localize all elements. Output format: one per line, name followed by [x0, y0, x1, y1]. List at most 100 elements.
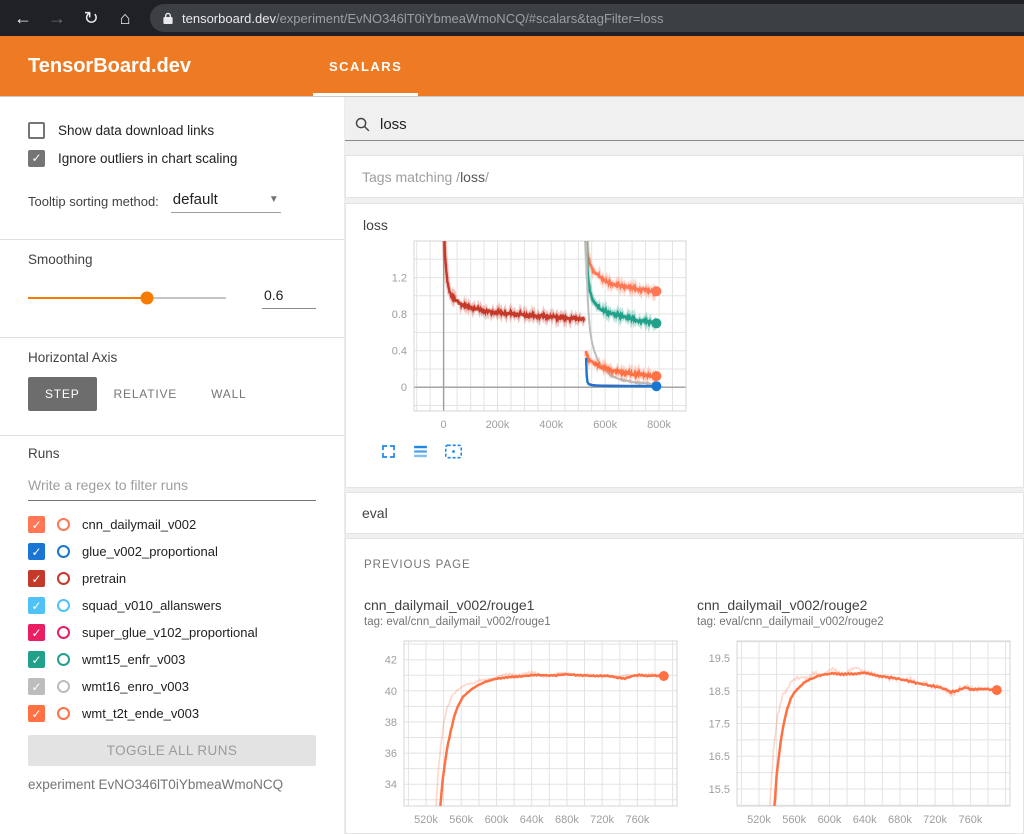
svg-text:400k: 400k: [539, 419, 563, 431]
show-download-links-checkbox-row[interactable]: ✓ Show data download links: [28, 119, 316, 141]
run-color-circle: [57, 707, 70, 720]
checkbox-checked-icon[interactable]: ✓: [28, 150, 45, 167]
svg-text:0: 0: [441, 419, 447, 431]
svg-text:760k: 760k: [625, 814, 649, 826]
chevron-down-icon: ▼: [269, 194, 279, 205]
axis-step-button[interactable]: STEP: [28, 377, 97, 411]
tags-matching-card: Tags matching /loss/: [345, 155, 1024, 198]
svg-text:640k: 640k: [520, 814, 544, 826]
run-name: pretrain: [82, 571, 126, 586]
run-name: glue_v002_proportional: [82, 544, 218, 559]
main-panel: Tags matching /loss/ loss 0200k400k600k8…: [345, 97, 1024, 834]
run-checkbox[interactable]: ✓: [28, 543, 45, 560]
tooltip-sorting-label: Tooltip sorting method:: [28, 194, 159, 213]
forward-icon[interactable]: →: [40, 4, 74, 32]
run-row[interactable]: ✓ wmt_t2t_ende_v003: [28, 700, 316, 727]
svg-text:15.5: 15.5: [709, 784, 730, 796]
runs-filter-input[interactable]: [28, 469, 316, 501]
run-row[interactable]: ✓ super_glue_v102_proportional: [28, 619, 316, 646]
svg-text:720k: 720k: [923, 814, 947, 826]
search-icon: [354, 116, 371, 133]
svg-text:680k: 680k: [555, 814, 579, 826]
loss-chart[interactable]: 0200k400k600k800k00.40.81.2: [352, 235, 692, 437]
run-checkbox[interactable]: ✓: [28, 624, 45, 641]
rouge2-chart-block: cnn_dailymail_v002/rouge2 tag: eval/cnn_…: [697, 597, 1022, 832]
run-name: squad_v010_allanswers: [82, 598, 221, 613]
tab-active-underline: [313, 93, 418, 96]
run-name: wmt_t2t_ende_v003: [82, 706, 199, 721]
svg-text:0.8: 0.8: [392, 309, 407, 321]
run-row[interactable]: ✓ glue_v002_proportional: [28, 538, 316, 565]
svg-text:18.5: 18.5: [709, 686, 730, 698]
run-row[interactable]: ✓ cnn_dailymail_v002: [28, 511, 316, 538]
eval-section-header[interactable]: eval: [345, 492, 1024, 534]
runs-label: Runs: [28, 446, 316, 461]
run-row[interactable]: ✓ squad_v010_allanswers: [28, 592, 316, 619]
run-row[interactable]: ✓ pretrain: [28, 565, 316, 592]
back-icon[interactable]: ←: [6, 4, 40, 32]
fit-domain-icon[interactable]: [444, 443, 463, 460]
address-bar[interactable]: tensorboard.dev/experiment/EvNO346lT0iYb…: [150, 4, 1024, 32]
run-color-circle: [57, 626, 70, 639]
svg-text:600k: 600k: [485, 814, 509, 826]
run-checkbox[interactable]: ✓: [28, 705, 45, 722]
tooltip-sorting-select[interactable]: default ▼: [171, 191, 281, 213]
horizontal-axis-label: Horizontal Axis: [28, 350, 316, 365]
run-row[interactable]: ✓ wmt15_enfr_v003: [28, 646, 316, 673]
runs-list: ✓ cnn_dailymail_v002 ✓ glue_v002_proport…: [28, 511, 316, 727]
axis-wall-button[interactable]: WALL: [194, 377, 263, 411]
svg-text:560k: 560k: [449, 814, 473, 826]
svg-text:42: 42: [385, 655, 397, 667]
home-icon[interactable]: ⌂: [108, 4, 142, 32]
svg-text:640k: 640k: [853, 814, 877, 826]
settings-sidebar: ✓ Show data download links ✓ Ignore outl…: [0, 97, 345, 834]
svg-text:0.4: 0.4: [392, 346, 407, 358]
toggle-all-runs-button[interactable]: TOGGLE ALL RUNS: [28, 735, 316, 766]
run-color-circle: [57, 599, 70, 612]
run-name: wmt16_enro_v003: [82, 679, 189, 694]
tab-scalars[interactable]: SCALARS: [311, 36, 420, 96]
run-checkbox[interactable]: ✓: [28, 570, 45, 587]
lock-icon: [162, 12, 174, 25]
svg-text:36: 36: [385, 748, 397, 760]
loss-chart-title: loss: [363, 217, 1023, 233]
rouge1-chart[interactable]: 520k560k600k640k680k720k760k3436384042: [364, 637, 689, 832]
run-name: cnn_dailymail_v002: [82, 517, 196, 532]
svg-text:760k: 760k: [958, 814, 982, 826]
svg-text:1.2: 1.2: [392, 273, 407, 285]
run-checkbox[interactable]: ✓: [28, 651, 45, 668]
rouge2-title: cnn_dailymail_v002/rouge2: [697, 597, 1022, 613]
svg-text:40: 40: [385, 686, 397, 698]
rouge1-title: cnn_dailymail_v002/rouge1: [364, 597, 689, 613]
rouge1-tag: tag: eval/cnn_dailymail_v002/rouge1: [364, 616, 689, 628]
reload-icon[interactable]: ↻: [74, 4, 108, 32]
svg-text:600k: 600k: [818, 814, 842, 826]
svg-text:38: 38: [385, 717, 397, 729]
run-color-circle: [57, 572, 70, 585]
slider-thumb[interactable]: [140, 292, 153, 305]
svg-text:800k: 800k: [647, 419, 671, 431]
runs-selector-icon[interactable]: [412, 443, 429, 460]
previous-page-button[interactable]: PREVIOUS PAGE: [364, 559, 471, 571]
svg-text:520k: 520k: [414, 814, 438, 826]
svg-text:16.5: 16.5: [709, 751, 730, 763]
svg-text:19.5: 19.5: [709, 653, 730, 665]
svg-text:34: 34: [385, 779, 397, 791]
run-checkbox[interactable]: ✓: [28, 516, 45, 533]
smoothing-slider[interactable]: [28, 291, 226, 305]
run-checkbox[interactable]: ✓: [28, 678, 45, 695]
app-header: TensorBoard.dev SCALARS: [0, 36, 1024, 97]
rouge2-tag: tag: eval/cnn_dailymail_v002/rouge2: [697, 616, 1022, 628]
axis-relative-button[interactable]: RELATIVE: [97, 377, 195, 411]
tag-search-input[interactable]: [380, 116, 780, 133]
expand-chart-icon[interactable]: [380, 443, 397, 460]
eval-section-card: PREVIOUS PAGE cnn_dailymail_v002/rouge1 …: [345, 538, 1024, 834]
ignore-outliers-checkbox-row[interactable]: ✓ Ignore outliers in chart scaling: [28, 147, 316, 169]
smoothing-value-field[interactable]: 0.6: [262, 287, 316, 309]
run-color-circle: [57, 653, 70, 666]
run-color-circle: [57, 680, 70, 693]
rouge2-chart[interactable]: 520k560k600k640k680k720k760k15.516.517.5…: [697, 637, 1022, 832]
run-row[interactable]: ✓ wmt16_enro_v003: [28, 673, 316, 700]
checkbox-unchecked-icon[interactable]: ✓: [28, 122, 45, 139]
run-checkbox[interactable]: ✓: [28, 597, 45, 614]
